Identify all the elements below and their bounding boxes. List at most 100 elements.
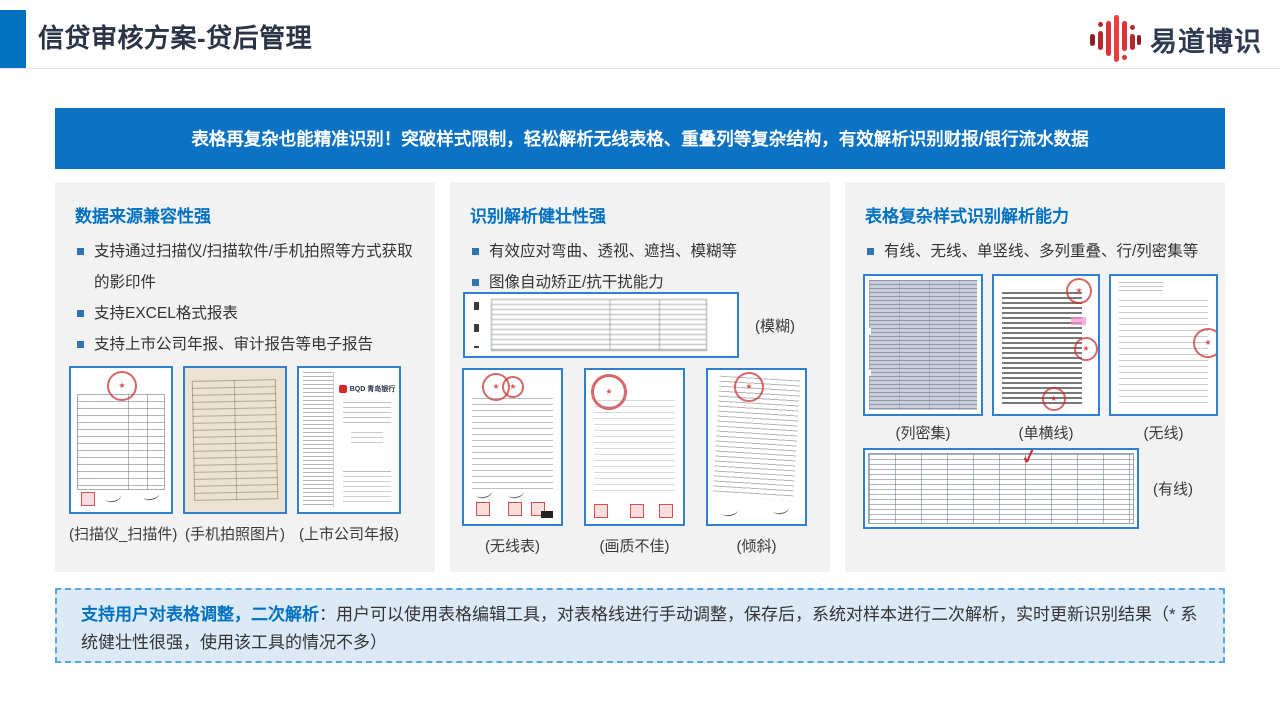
bullet-item: 有效应对弯曲、透视、遮挡、模糊等 xyxy=(472,236,814,267)
thumbnail-caption: (扫描仪_扫描件) xyxy=(69,523,173,544)
bullet-square-icon xyxy=(77,248,84,255)
header-lines xyxy=(1119,282,1163,294)
thumbnail-caption: (无线) xyxy=(1109,422,1218,443)
poor-quality-figure: (画质不佳) xyxy=(584,368,685,556)
signature-mark xyxy=(721,505,739,517)
tilted-doc-figure: (倾斜) xyxy=(706,368,807,556)
bullet-item: 有线、无线、单竖线、多列重叠、行/列密集等 xyxy=(867,236,1209,267)
brand-name: 易道博识 xyxy=(1150,20,1262,59)
red-round-stamp-icon xyxy=(1042,387,1066,411)
wired-table-thumbnail: ✓ xyxy=(863,448,1139,529)
bullet-square-icon xyxy=(77,341,84,348)
punch-hole xyxy=(865,328,871,334)
bank-name-label: BQD 青岛银行 xyxy=(350,384,396,394)
table-lines xyxy=(491,299,707,351)
blurry-doc-thumbnail xyxy=(463,292,739,358)
red-square-stamp-icon xyxy=(476,502,490,516)
bullet-item: 支持EXCEL格式报表 xyxy=(77,298,419,329)
title-accent-bar xyxy=(0,10,26,68)
bullet-text: 有效应对弯曲、透视、遮挡、模糊等 xyxy=(489,236,737,267)
red-round-stamp-icon xyxy=(734,372,764,402)
thumbnail-caption: (上市公司年报) xyxy=(297,523,401,544)
scanned-doc-figure: (扫描仪_扫描件) xyxy=(69,366,173,544)
scanned-doc-thumbnail xyxy=(69,366,173,514)
table-lines xyxy=(594,400,675,494)
sample-caption: (有线) xyxy=(1153,478,1193,499)
bullet-list: 有线、无线、单竖线、多列重叠、行/列密集等 xyxy=(867,236,1209,267)
panel-title: 表格复杂样式识别解析能力 xyxy=(865,202,1205,227)
footnote-highlight: 支持用户对表格调整，二次解析 xyxy=(81,605,319,624)
header-divider xyxy=(0,68,1280,69)
wireless-table-thumbnail xyxy=(462,368,563,526)
red-round-stamp-icon xyxy=(1074,337,1098,361)
table-lines xyxy=(472,398,553,490)
blurry-sample-row: (模糊) xyxy=(463,292,795,358)
bullet-text: 有线、无线、单竖线、多列重叠、行/列密集等 xyxy=(884,236,1198,267)
bullet-square-icon xyxy=(77,310,84,317)
red-round-stamp-icon xyxy=(502,376,524,398)
signature-mark xyxy=(142,489,160,501)
annual-report-figure: BQD 青岛银行 (上市公司年报) xyxy=(297,366,401,544)
bullet-square-icon xyxy=(472,279,479,286)
thumbnail-caption: (列密集) xyxy=(863,422,983,443)
brand-waveform-icon xyxy=(1090,13,1140,65)
red-square-stamp-icon xyxy=(630,504,644,518)
phone-photo-thumbnail xyxy=(183,366,287,514)
red-square-stamp-icon xyxy=(659,504,673,518)
single-hline-thumbnail xyxy=(992,274,1100,416)
thumbnail-caption: (单横线) xyxy=(992,422,1100,443)
wireless-clean-thumbnail xyxy=(1109,274,1218,416)
table-lines xyxy=(77,394,165,490)
signature-mark xyxy=(772,503,790,515)
thumbnail-caption: (手机拍照图片) xyxy=(183,523,287,544)
brand-logo: 易道博识 xyxy=(1090,13,1262,65)
table-lines xyxy=(869,280,977,410)
poor-quality-thumbnail xyxy=(584,368,685,526)
tilted-doc-thumbnail xyxy=(706,368,807,526)
bullet-square-icon xyxy=(472,248,479,255)
page-title: 信贷审核方案-贷后管理 xyxy=(38,18,312,55)
red-round-stamp-icon xyxy=(107,371,137,401)
thumbnail-caption: (倾斜) xyxy=(706,535,807,556)
table-grid-lines xyxy=(868,453,1134,524)
bullet-list: 支持通过扫描仪/扫描软件/手机拍照等方式获取的影印件 支持EXCEL格式报表 支… xyxy=(77,236,419,360)
report-lines xyxy=(343,402,391,424)
thumbnail-caption: (无线表) xyxy=(462,535,563,556)
red-square-stamp-icon xyxy=(508,502,522,516)
signature-mark xyxy=(104,491,122,503)
red-square-stamp-icon xyxy=(81,492,95,506)
bullet-square-icon xyxy=(867,248,874,255)
panel-title: 识别解析健壮性强 xyxy=(470,202,810,227)
wired-sample-row: ✓ (有线) xyxy=(863,448,1193,529)
barcode-mark xyxy=(541,511,553,518)
headline-banner: 表格再复杂也能精准识别！突破样式限制，轻松解析无线表格、重叠列等复杂结构，有效解… xyxy=(55,108,1225,169)
bullet-text: 支持通过扫描仪/扫描软件/手机拍照等方式获取的影印件 xyxy=(94,236,419,298)
thumbnail-row: (无线表) (画质不佳) (倾斜) xyxy=(462,368,807,556)
thumbnail-row: (列密集) (单横线) (无线) xyxy=(863,274,1218,443)
red-round-stamp-icon xyxy=(1193,328,1218,358)
thumbnail-caption: (画质不佳) xyxy=(584,535,685,556)
report-lines xyxy=(351,432,383,444)
pink-highlight-mark xyxy=(1071,317,1086,325)
binder-marks xyxy=(474,302,479,348)
report-text-column xyxy=(303,372,334,508)
sample-caption: (模糊) xyxy=(755,315,795,336)
wireless-clean-figure: (无线) xyxy=(1109,274,1218,443)
table-lines xyxy=(192,379,278,501)
report-lines xyxy=(343,471,391,502)
dense-columns-thumbnail xyxy=(863,274,983,416)
thumbnail-row: (扫描仪_扫描件) (手机拍照图片) BQD 青岛银行 (上市公司年报) xyxy=(69,366,401,544)
bullet-item: 支持通过扫描仪/扫描软件/手机拍照等方式获取的影印件 xyxy=(77,236,419,298)
panel-complex-styles: 表格复杂样式识别解析能力 有线、无线、单竖线、多列重叠、行/列密集等 (列密集) xyxy=(845,182,1225,572)
footnote-box: 支持用户对表格调整，二次解析：用户可以使用表格编辑工具，对表格线进行手动调整，保… xyxy=(55,588,1225,663)
bank-logo-row: BQD 青岛银行 xyxy=(337,384,397,394)
table-lines xyxy=(1119,300,1208,406)
red-round-stamp-icon xyxy=(1066,278,1092,304)
bullet-text: 支持上市公司年报、审计报告等电子报告 xyxy=(94,329,373,360)
panel-robustness: 识别解析健壮性强 有效应对弯曲、透视、遮挡、模糊等 图像自动矫正/抗干扰能力 (… xyxy=(450,182,830,572)
dense-columns-figure: (列密集) xyxy=(863,274,983,443)
wireless-table-figure: (无线表) xyxy=(462,368,563,556)
bullet-list: 有效应对弯曲、透视、遮挡、模糊等 图像自动矫正/抗干扰能力 xyxy=(472,236,814,298)
bank-logo-icon xyxy=(339,385,347,393)
panel-data-sources: 数据来源兼容性强 支持通过扫描仪/扫描软件/手机拍照等方式获取的影印件 支持EX… xyxy=(55,182,435,572)
